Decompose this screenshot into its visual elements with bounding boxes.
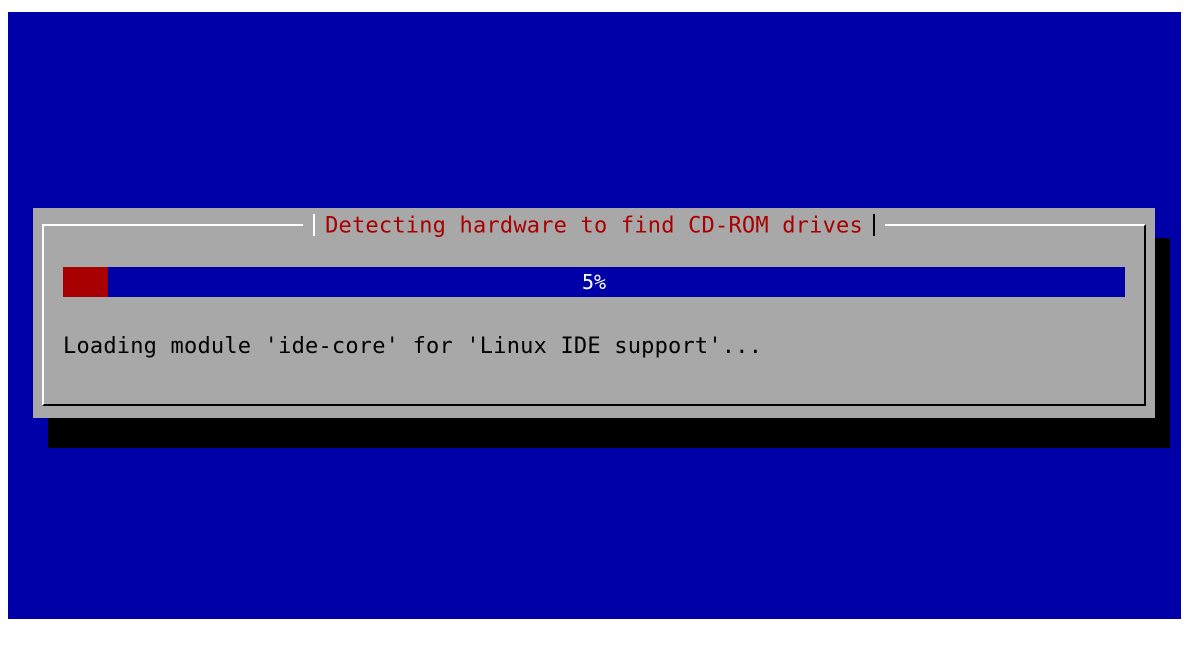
installer-screen: Detecting hardware to find CD-ROM drives… [8,12,1181,619]
title-right-bracket [872,214,875,237]
status-message: Loading module 'ide-core' for 'Linux IDE… [63,334,763,359]
title-left-bracket [313,214,316,237]
dialog-frame [42,224,1146,406]
progress-dialog: Detecting hardware to find CD-ROM drives… [33,208,1155,418]
progress-bar: 5% [63,267,1125,297]
dialog-title: Detecting hardware to find CD-ROM drives [325,213,863,239]
progress-percent-label: 5% [581,270,607,294]
dialog-title-bar: Detecting hardware to find CD-ROM drives [33,211,1155,241]
dialog-title-box: Detecting hardware to find CD-ROM drives [303,211,885,241]
